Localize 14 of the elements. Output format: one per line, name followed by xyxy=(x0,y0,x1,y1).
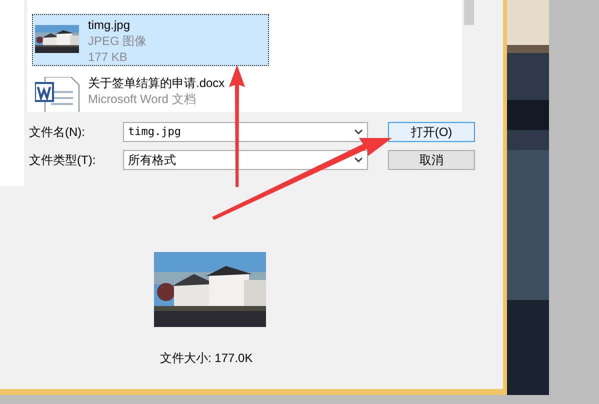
open-button[interactable]: 打开(O) xyxy=(388,122,475,142)
file-type: Microsoft Word 文档 xyxy=(88,91,197,107)
file-item[interactable]: 关于签单结算的申请.docx Microsoft Word 文档 xyxy=(32,72,269,112)
file-item[interactable]: timg.jpg JPEG 图像 177 KB xyxy=(32,14,269,66)
filetype-combobox[interactable]: 所有格式 xyxy=(123,150,368,170)
file-name: 关于签单结算的申请.docx xyxy=(88,75,225,91)
cancel-button[interactable]: 取消 xyxy=(388,150,475,170)
file-size: 177 KB xyxy=(88,49,128,65)
file-size-text: 文件大小: 177.0K xyxy=(160,350,254,367)
field-label: 文件类型(T): xyxy=(29,152,97,169)
file-type: JPEG 图像 xyxy=(88,33,147,49)
field-label: 文件名(N): xyxy=(29,124,86,141)
filename-combobox[interactable]: timg.jpg xyxy=(123,122,368,142)
file-name: timg.jpg xyxy=(88,17,132,33)
